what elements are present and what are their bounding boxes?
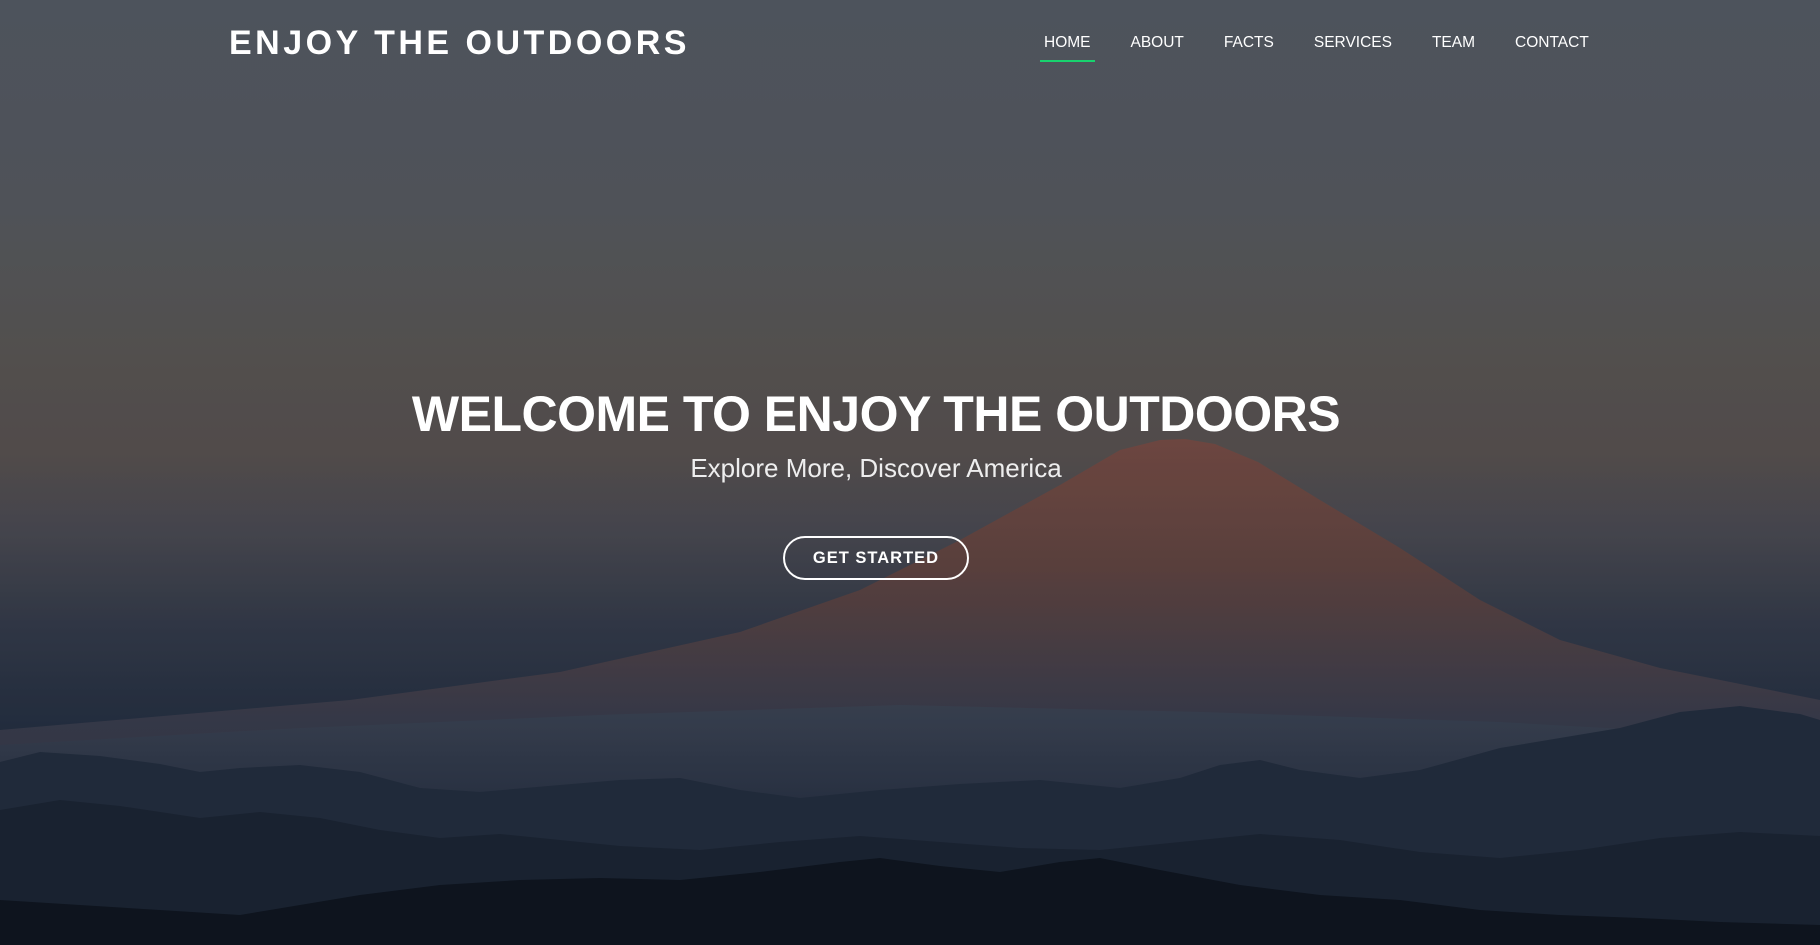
site-logo[interactable]: ENJOY THE OUTDOORS [229,24,690,63]
nav-item-about[interactable]: ABOUT [1127,24,1188,64]
hero-title: WELCOME TO ENJOY THE OUTDOORS [411,386,1341,442]
nav-item-team[interactable]: TEAM [1428,24,1479,64]
hero-subtitle: Explore More, Discover America [690,453,1062,483]
nav-item-facts[interactable]: FACTS [1220,24,1278,64]
hero-section: ENJOY THE OUTDOORS HOME ABOUT FACTS SERV… [0,0,1820,945]
get-started-button[interactable]: GET STARTED [782,536,970,580]
nav-item-services[interactable]: SERVICES [1310,24,1396,64]
site-header: ENJOY THE OUTDOORS HOME ABOUT FACTS SERV… [0,0,1820,90]
nav-item-contact[interactable]: CONTACT [1511,24,1593,64]
hero-content: WELCOME TO ENJOY THE OUTDOORS Explore Mo… [0,384,1752,580]
nav-item-home[interactable]: HOME [1040,24,1095,64]
main-nav: HOME ABOUT FACTS SERVICES TEAM CONTACT [1040,24,1593,64]
